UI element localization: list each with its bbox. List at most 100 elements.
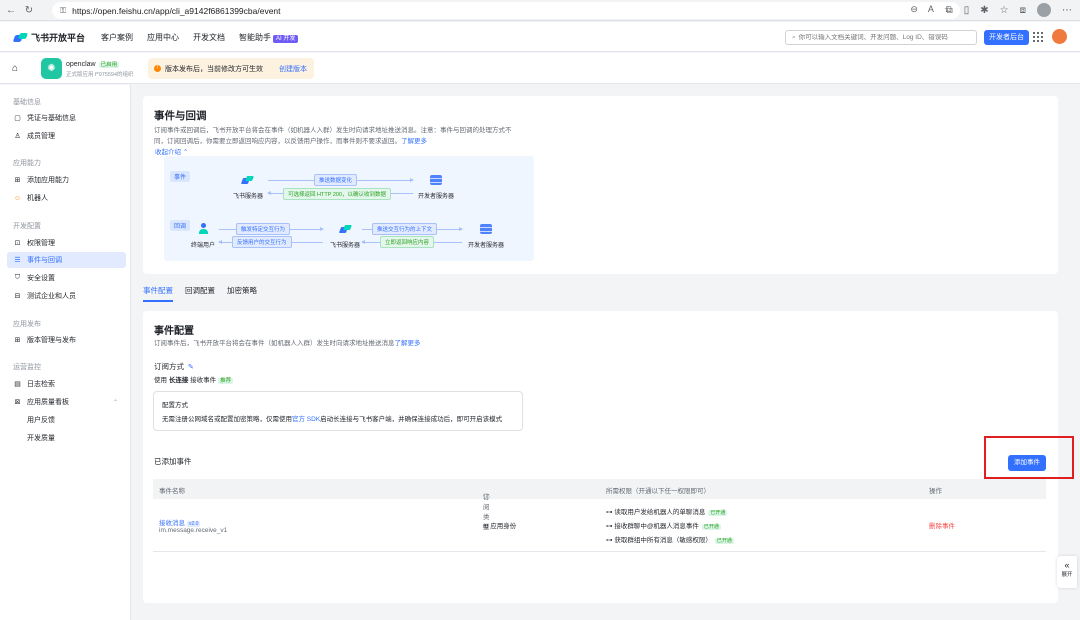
permission-status-badge: 已开通 bbox=[701, 524, 721, 530]
app-identity-icon: ⊞ bbox=[483, 523, 489, 530]
permission-item: ⊶ 读取用户发给机器人的单聊消息 已开通 bbox=[606, 506, 728, 516]
create-version-link[interactable]: 创建版本 bbox=[279, 64, 307, 74]
callback-tag: 回调 bbox=[170, 220, 191, 231]
intro-card: 事件与回调 订阅事件或回调后，飞书开放平台将会在事件（如机器人入群）发生时向请求… bbox=[143, 96, 1058, 274]
sub-mode-text: 订阅方式 bbox=[154, 362, 184, 371]
nav-dev-docs[interactable]: 开发文档 bbox=[193, 32, 225, 43]
sidebar-group-release: 应用发布 bbox=[13, 321, 41, 328]
col-permissions: 所需权限（开通以下任一权限即可） bbox=[606, 488, 710, 495]
double-chevron-left-icon: « bbox=[1064, 560, 1070, 570]
reload-icon[interactable]: ↻ bbox=[22, 3, 36, 17]
receive-text: 接收事件 bbox=[190, 377, 217, 384]
tab-callback-config[interactable]: 回调配置 bbox=[185, 285, 215, 301]
col-event-name: 事件名称 bbox=[159, 488, 185, 495]
sidebar-item-bot[interactable]: ☺ 机器人 bbox=[7, 190, 126, 206]
sidebar-item-test-tenant[interactable]: ⊟ 测试企业和人员 bbox=[7, 288, 126, 304]
sidebar-item-label: 版本管理与发布 bbox=[27, 337, 76, 344]
sidebar-item-logs[interactable]: ▤ 日志检索 bbox=[7, 376, 126, 392]
sidebar-item-label: 测试企业和人员 bbox=[27, 293, 76, 300]
user-avatar[interactable] bbox=[1052, 29, 1067, 44]
ai-badge: AI 开发 bbox=[273, 35, 299, 43]
brand-logo[interactable]: 飞书开放平台 bbox=[14, 31, 85, 44]
config-method-box: 配置方式 无需注册公网域名或配置加密策略，仅需使用官方 SDK启动长连接与飞书客… bbox=[153, 391, 523, 431]
event-name-text: 接收消息 bbox=[159, 520, 185, 527]
app-name: openclaw 已启用 bbox=[66, 60, 120, 68]
dev-console-button[interactable]: 开发者后台 bbox=[984, 30, 1029, 45]
more-menu-icon[interactable]: ⋯ bbox=[1062, 5, 1072, 16]
extension-icon[interactable]: ⧉ bbox=[946, 5, 953, 16]
sidebar-item-versions[interactable]: ⊞ 版本管理与发布 bbox=[7, 332, 126, 348]
immediate-response-label: 立即返回响应内容 bbox=[380, 236, 435, 248]
feishu-server-icon bbox=[340, 224, 352, 234]
sidebar-item-members[interactable]: ♙ 成员管理 bbox=[7, 128, 126, 144]
sdk-link[interactable]: 官方 SDK bbox=[292, 416, 320, 423]
apps-grid-icon[interactable] bbox=[1033, 32, 1043, 42]
sidebar-item-credentials[interactable]: ▢ 凭证与基础信息 bbox=[7, 110, 126, 126]
learn-more-link[interactable]: 了解更多 bbox=[401, 138, 427, 145]
push-change-label: 推送数据变化 bbox=[314, 174, 358, 186]
permission-item: ⊶ 接收群聊中@机器人消息事件 已开通 bbox=[606, 520, 721, 530]
sidebar-item-feedback[interactable]: 用户反馈 bbox=[7, 412, 126, 428]
sidebar-group-basic: 基础信息 bbox=[13, 99, 41, 106]
key-icon: ⊶ bbox=[606, 537, 613, 544]
collections-icon[interactable]: ☆ bbox=[1000, 5, 1009, 16]
expand-panel-button[interactable]: « 展开 bbox=[1057, 556, 1077, 588]
zoom-icon[interactable]: ⊖ bbox=[910, 4, 918, 15]
feishu-server-label: 飞书服务器 bbox=[330, 243, 361, 249]
learn-more-link[interactable]: 了解更多 bbox=[395, 340, 421, 347]
home-icon[interactable]: ⌂ bbox=[12, 63, 18, 74]
sidebar-item-quality[interactable]: ⊠ 应用质量看板 ⌃ bbox=[7, 394, 126, 410]
browser-toolbar: ← ↻ ⚿ https://open.feishu.cn/app/cli_a91… bbox=[0, 0, 1080, 21]
bot-icon: ☺ bbox=[13, 194, 22, 202]
puzzle-icon[interactable]: ✱ bbox=[980, 5, 988, 16]
search-box[interactable]: ⌕ bbox=[785, 30, 977, 45]
tab-event-config[interactable]: 事件配置 bbox=[143, 285, 173, 302]
sidebar-item-label: 机器人 bbox=[27, 195, 48, 202]
sidebar-icon[interactable]: ⧈ bbox=[1020, 5, 1026, 16]
top-navigation: 飞书开放平台 客户案例 应用中心 开发文档 智能助手AI 开发 ⌕ 开发者后台 bbox=[0, 22, 1080, 52]
back-icon[interactable]: ← bbox=[4, 3, 18, 17]
sidebar-item-label: 凭证与基础信息 bbox=[27, 115, 76, 122]
nav-app-center[interactable]: 应用中心 bbox=[147, 32, 179, 43]
notice-text: 版本发布后，当前修改方可生效 bbox=[165, 65, 263, 73]
address-bar[interactable]: ⚿ https://open.feishu.cn/app/cli_a9142f6… bbox=[52, 2, 960, 19]
logs-icon: ▤ bbox=[14, 381, 21, 388]
sidebar-item-label: 日志检索 bbox=[27, 381, 55, 388]
dev-server-label: 开发者服务器 bbox=[468, 243, 505, 249]
nav-assistant[interactable]: 智能助手 AI 开发 bbox=[239, 32, 299, 43]
intro-description: 订阅事件或回调后，飞书开放平台将会在事件（如机器人入群）发生时向请求地址推送消息… bbox=[154, 125, 544, 147]
event-name-link[interactable]: 接收消息 v2.0 bbox=[159, 517, 201, 527]
sidebar-item-label: 添加应用能力 bbox=[27, 177, 69, 184]
sidebar-item-events[interactable]: ☰ 事件与回调 bbox=[7, 252, 126, 268]
profile-avatar[interactable] bbox=[1037, 3, 1051, 17]
config-tabs: 事件配置 回调配置 加密策略 bbox=[143, 285, 257, 302]
sidebar-item-security[interactable]: ⛉ 安全设置 bbox=[7, 270, 126, 286]
permission-label: 获取群组中所有消息（敏感权限） bbox=[614, 537, 712, 544]
feishu-server-icon bbox=[242, 175, 254, 185]
event-tag: 事件 bbox=[170, 171, 191, 182]
event-id: im.message.receive_v1 bbox=[159, 527, 228, 534]
split-screen-icon[interactable]: ▯ bbox=[964, 5, 970, 16]
tab-encryption[interactable]: 加密策略 bbox=[227, 285, 257, 301]
permission-label: 读取用户发给机器人的单聊消息 bbox=[614, 509, 706, 516]
subscription-type: ⊞ 应用身份 bbox=[483, 520, 516, 530]
search-icon: ⌕ bbox=[792, 33, 796, 41]
collapse-intro-link[interactable]: 收起介绍 ⌃ bbox=[155, 146, 188, 156]
app-subtitle: 正式版应用 f*975594的组织 bbox=[66, 72, 134, 78]
sidebar-item-add-capability[interactable]: ⊞ 添加应用能力 bbox=[7, 172, 126, 188]
event-config-card: 事件配置 订阅事件后，飞书开放平台将会在事件（如机器人入群）发生时向请求地址推送… bbox=[143, 311, 1058, 603]
read-aloud-icon[interactable]: A bbox=[928, 4, 934, 15]
sidebar-item-permissions[interactable]: ⊡ 权限管理 bbox=[7, 235, 126, 251]
sidebar-item-dev-quality[interactable]: 开发质量 bbox=[7, 430, 126, 446]
lock-icon: ⚿ bbox=[60, 5, 67, 15]
nav-cases[interactable]: 客户案例 bbox=[101, 32, 133, 43]
user-icon bbox=[199, 223, 208, 234]
sidebar-item-label: 安全设置 bbox=[27, 275, 55, 282]
subscription-mode-value: 使用 长连接 接收事件 推荐 bbox=[154, 375, 234, 387]
search-input[interactable] bbox=[798, 34, 969, 41]
table-row: 接收消息 v2.0 im.message.receive_v1 ⊞ 应用身份 ⊶ … bbox=[153, 500, 1046, 552]
delete-event-link[interactable]: 删除事件 bbox=[929, 520, 955, 530]
add-event-button[interactable]: 添加事件 bbox=[1008, 455, 1046, 471]
edit-icon[interactable]: ✎ bbox=[188, 364, 194, 371]
trigger-label: 触发特定交互行为 bbox=[236, 223, 291, 235]
